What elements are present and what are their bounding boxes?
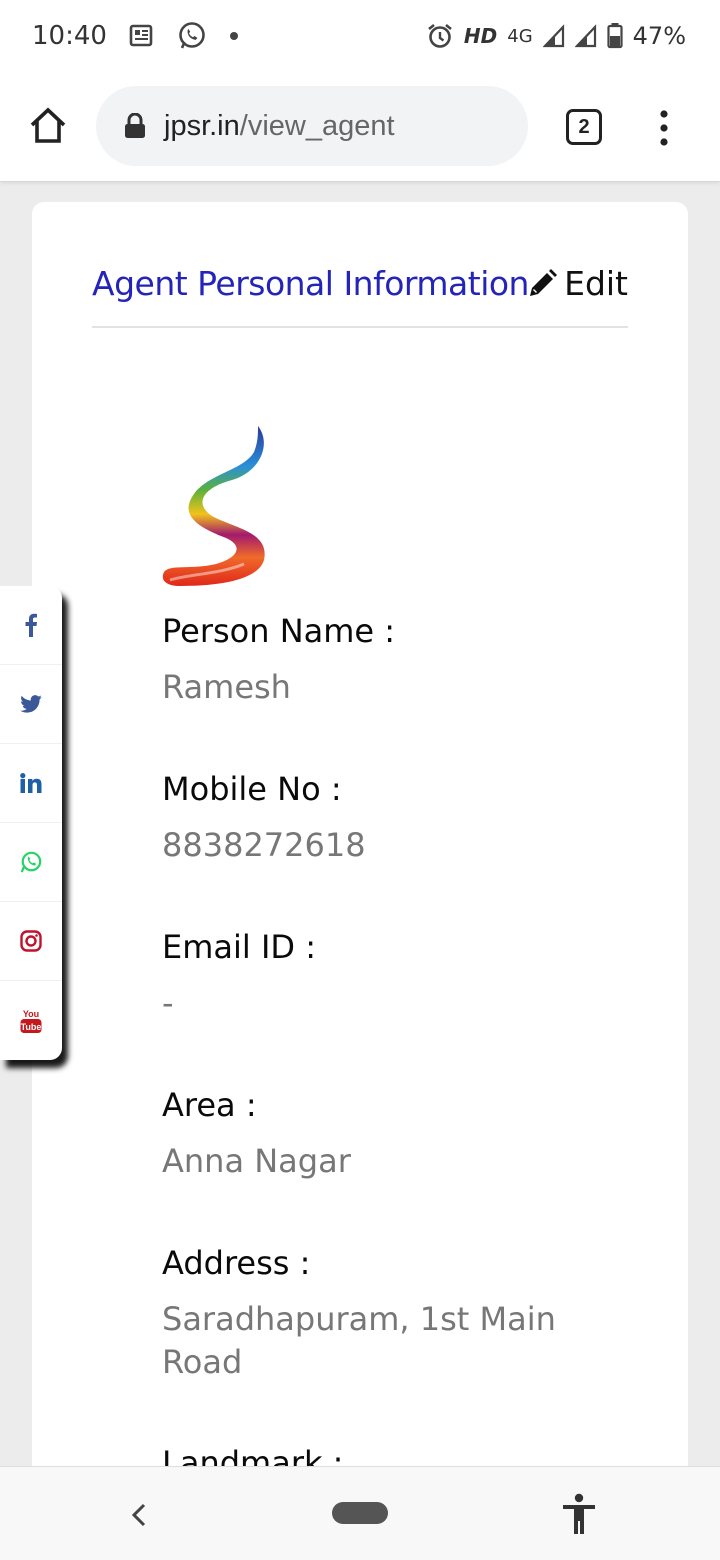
address-bar[interactable]: jpsr.in/view_agent bbox=[96, 86, 528, 166]
tab-count: 2 bbox=[578, 115, 590, 138]
system-nav-bar bbox=[0, 1466, 720, 1560]
linkedin-link[interactable] bbox=[0, 744, 62, 823]
signal-icon bbox=[542, 24, 565, 48]
twitter-link[interactable] bbox=[0, 665, 62, 744]
field-email-id: Email ID : - bbox=[162, 928, 582, 1025]
linkedin-icon bbox=[20, 773, 42, 793]
browser-menu-button[interactable] bbox=[654, 108, 674, 148]
whatsapp-icon bbox=[20, 851, 42, 873]
battery-percent: 47% bbox=[632, 22, 686, 50]
field-label: Mobile No : bbox=[162, 770, 342, 808]
signal-icon-2 bbox=[574, 24, 597, 48]
edit-link[interactable]: Edit bbox=[526, 264, 628, 303]
tab-switcher-button[interactable]: 2 bbox=[566, 109, 602, 145]
battery-icon bbox=[607, 23, 623, 49]
hd-indicator: HD bbox=[463, 24, 498, 48]
field-area: Area : Anna Nagar bbox=[162, 1086, 582, 1183]
lock-icon bbox=[125, 113, 145, 138]
alarm-icon bbox=[426, 22, 454, 50]
network-type: 4G bbox=[507, 25, 533, 47]
field-label: Email ID : bbox=[162, 928, 316, 966]
agent-info-card: Agent Personal Information Edit Person N… bbox=[32, 202, 688, 1502]
instagram-link[interactable] bbox=[0, 902, 62, 981]
field-label: Address : bbox=[162, 1244, 311, 1282]
field-value: Anna Nagar bbox=[162, 1142, 351, 1180]
url-text: jpsr.in/view_agent bbox=[164, 110, 395, 143]
field-address: Address : Saradhapuram, 1st Main Road bbox=[162, 1244, 582, 1384]
field-value: Saradhapuram, 1st Main Road bbox=[162, 1300, 556, 1381]
youtube-text-top: You bbox=[23, 1009, 39, 1019]
field-label: Person Name : bbox=[162, 612, 396, 650]
field-value: - bbox=[162, 984, 174, 1022]
status-time: 10:40 bbox=[32, 21, 107, 51]
more-vert-icon bbox=[660, 110, 668, 146]
twitter-icon bbox=[20, 695, 42, 713]
back-chevron-icon bbox=[131, 1503, 146, 1527]
card-header: Agent Personal Information Edit bbox=[92, 264, 628, 328]
nav-home-pill[interactable] bbox=[332, 1502, 388, 1524]
pencil-icon bbox=[530, 268, 558, 296]
status-bar: 10:40 HD 4G 47% bbox=[0, 0, 720, 72]
whatsapp-status-icon bbox=[177, 21, 207, 51]
field-value: Ramesh bbox=[162, 668, 291, 706]
url-host: jpsr.in bbox=[164, 109, 240, 142]
nav-back-button[interactable] bbox=[126, 1497, 150, 1533]
facebook-link[interactable] bbox=[0, 586, 62, 665]
status-right: HD 4G 47% bbox=[426, 22, 686, 50]
whatsapp-link[interactable] bbox=[0, 823, 62, 902]
field-person-name: Person Name : Ramesh bbox=[162, 612, 582, 709]
card-title: Agent Personal Information bbox=[92, 264, 529, 303]
field-value: 8838272618 bbox=[162, 826, 366, 864]
field-label: Area : bbox=[162, 1086, 257, 1124]
instagram-icon bbox=[20, 930, 42, 952]
accessibility-icon bbox=[563, 1493, 595, 1534]
news-icon bbox=[129, 24, 155, 48]
edit-label: Edit bbox=[564, 264, 628, 303]
facebook-icon bbox=[25, 613, 37, 637]
youtube-icon: You Tube bbox=[20, 1009, 42, 1033]
company-logo bbox=[160, 424, 272, 592]
url-path: /view_agent bbox=[239, 109, 395, 142]
field-mobile-no: Mobile No : 8838272618 bbox=[162, 770, 582, 867]
youtube-text-bottom: Tube bbox=[21, 1022, 42, 1032]
social-share-bar: You Tube bbox=[0, 586, 62, 1060]
home-icon bbox=[30, 107, 66, 143]
home-button[interactable] bbox=[28, 106, 68, 146]
browser-toolbar: jpsr.in/view_agent 2 bbox=[0, 72, 720, 182]
status-left: 10:40 bbox=[32, 21, 239, 51]
youtube-link[interactable]: You Tube bbox=[0, 981, 62, 1060]
notification-dot-icon bbox=[229, 31, 239, 41]
accessibility-button[interactable] bbox=[560, 1493, 598, 1535]
